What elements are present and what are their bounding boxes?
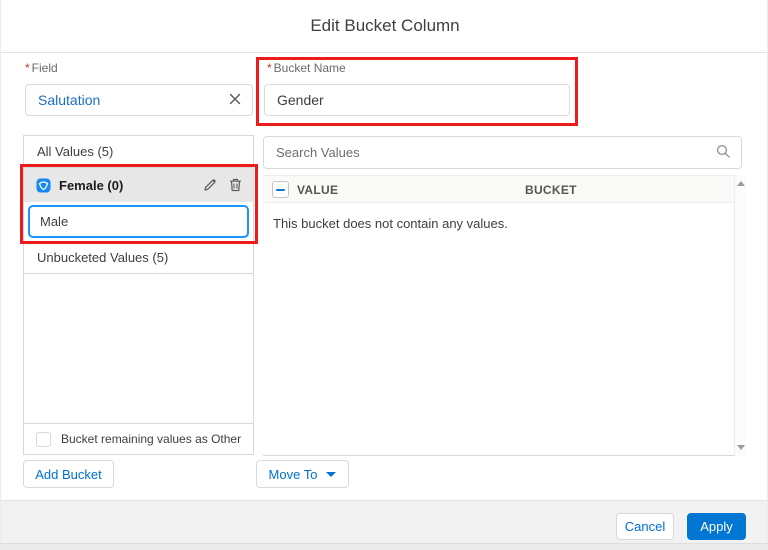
remaining-values-label: Bucket remaining values as Other [61,432,242,446]
clear-field-icon[interactable] [227,92,243,108]
bucket-list-empty-area [24,274,253,423]
apply-button[interactable]: Apply [687,513,746,540]
remaining-values-row: Bucket remaining values as Other [24,423,253,454]
all-values-item[interactable]: All Values (5) [24,136,253,168]
search-icon [716,144,731,164]
bucket-name-label-text: Bucket Name [273,61,346,75]
unbucketed-values-item[interactable]: Unbucketed Values (5) [24,242,253,274]
field-label: * Field [25,61,58,75]
edit-bucket-column-modal: Edit Bucket Column *Field *Bucket Name A… [0,0,768,550]
modal-footer: Cancel Apply [1,500,767,543]
bucket-list-panel: All Values (5) Female (0) Male Unbuckete… [23,135,254,455]
remaining-values-checkbox[interactable] [36,431,51,447]
new-value-input-wrap [24,202,253,242]
move-to-label: Move To [268,466,318,482]
bucket-item-label: Female (0) [59,177,124,193]
chevron-down-icon [326,471,337,477]
add-bucket-button[interactable]: Add Bucket [23,460,114,488]
bucket-icon [35,177,51,193]
field-input-wrap [25,84,253,116]
select-all-checkbox[interactable] [272,181,289,198]
modal-header: Edit Bucket Column [1,0,767,52]
bucket-name-label: * Bucket Name [267,61,346,75]
table-scrollbar[interactable] [734,175,746,456]
field-input[interactable] [25,84,253,116]
values-table: VALUE BUCKET This bucket does not contai… [263,175,746,456]
edit-bucket-icon[interactable] [202,177,218,193]
column-header-bucket[interactable]: BUCKET [525,183,577,197]
scroll-down-icon[interactable] [737,445,745,450]
scroll-up-icon[interactable] [737,181,745,186]
empty-bucket-message: This bucket does not contain any values. [273,216,508,231]
field-label-text: Field [31,61,58,75]
search-values-input[interactable] [263,136,742,169]
modal-title: Edit Bucket Column [310,16,460,35]
new-value-input[interactable] [28,205,249,238]
search-values-wrap [263,136,742,169]
delete-bucket-icon[interactable] [227,177,243,193]
bucket-name-input-wrap [264,84,570,116]
header-divider [1,52,767,53]
bucket-item-female[interactable]: Female (0) [24,168,253,202]
bucket-name-input[interactable] [264,84,570,116]
column-header-value[interactable]: VALUE [297,183,338,197]
cancel-button[interactable]: Cancel [616,513,674,540]
page-background-strip [1,543,767,550]
indeterminate-dash-icon [276,188,285,191]
required-asterisk: * [267,61,272,75]
required-asterisk: * [25,61,30,75]
values-table-header: VALUE BUCKET [263,175,734,203]
move-to-button[interactable]: Move To [256,460,349,488]
